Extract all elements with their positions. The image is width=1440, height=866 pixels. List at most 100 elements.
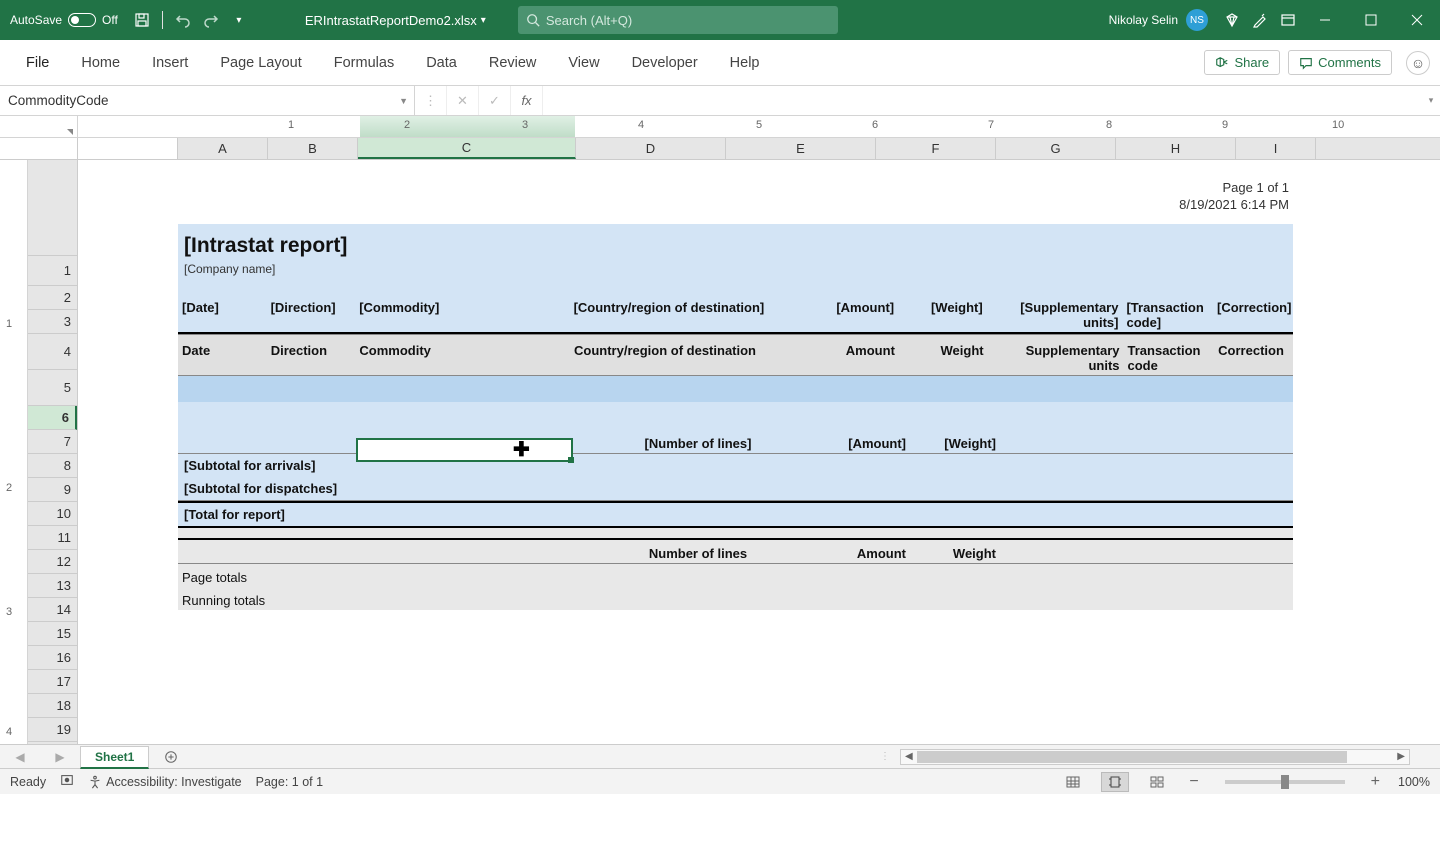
share-button[interactable]: Share — [1204, 50, 1280, 75]
add-sheet-button[interactable] — [159, 745, 183, 769]
namebox-dropdown-icon[interactable]: ▼ — [399, 96, 408, 106]
col-A[interactable]: A — [178, 138, 268, 159]
tab-scroll-right-icon[interactable]: ▶ — [55, 750, 64, 764]
tab-review[interactable]: Review — [473, 40, 553, 85]
save-icon[interactable] — [128, 6, 156, 34]
view-normal-icon[interactable] — [1059, 772, 1087, 792]
formula-menu-icon[interactable]: ⋮ — [415, 86, 447, 115]
row-16[interactable]: 16 — [28, 646, 77, 670]
page-totals-row: Page totals — [178, 564, 1293, 587]
split-grip-icon[interactable]: ⋮ — [880, 751, 890, 762]
cancel-formula-icon[interactable]: ✕ — [447, 86, 479, 115]
fx-icon[interactable]: fx — [511, 86, 543, 115]
zoom-slider[interactable] — [1225, 780, 1345, 784]
col-F[interactable]: F — [876, 138, 996, 159]
toggle-switch[interactable] — [68, 13, 96, 27]
tab-insert[interactable]: Insert — [136, 40, 204, 85]
col-E[interactable]: E — [726, 138, 876, 159]
filename[interactable]: ERIntrastatReportDemo2.xlsx ▾ — [293, 13, 498, 28]
scrollbar-thumb[interactable] — [917, 751, 1347, 763]
row-11[interactable]: 11 — [28, 526, 77, 550]
scroll-left-icon[interactable]: ◀ — [905, 751, 913, 762]
row-14[interactable]: 14 — [28, 598, 77, 622]
maximize-button[interactable] — [1348, 0, 1394, 40]
zoom-slider-knob[interactable] — [1281, 775, 1289, 789]
active-cell[interactable] — [356, 438, 573, 462]
row-headers: 1 2 3 4 5 6 7 8 9 10 11 12 13 14 15 16 1… — [28, 160, 78, 744]
view-page-break-icon[interactable] — [1143, 772, 1171, 792]
tab-page-layout[interactable]: Page Layout — [204, 40, 317, 85]
row-8[interactable]: 8 — [28, 454, 77, 478]
formula-bar-row: CommodityCode ▼ ⋮ ✕ ✓ fx ▾ — [0, 86, 1440, 116]
row-15[interactable]: 15 — [28, 622, 77, 646]
zoom-in-button[interactable]: + — [1367, 773, 1384, 791]
autosave-toggle[interactable]: AutoSave Off — [0, 13, 128, 27]
col-C[interactable]: C — [358, 138, 576, 159]
col-B[interactable]: B — [268, 138, 358, 159]
row-10[interactable]: 10 — [28, 502, 77, 526]
feedback-icon[interactable]: ☺ — [1406, 51, 1430, 75]
subtotal-arrivals: [Subtotal for arrivals] — [178, 454, 1293, 477]
redo-icon[interactable] — [197, 6, 225, 34]
search-icon — [526, 13, 540, 27]
row-19[interactable]: 19 — [28, 718, 77, 742]
row-2[interactable]: 2 — [28, 286, 77, 310]
enter-formula-icon[interactable]: ✓ — [479, 86, 511, 115]
select-all-corner[interactable] — [0, 116, 78, 137]
row-18[interactable]: 18 — [28, 694, 77, 718]
horizontal-scrollbar[interactable]: ◀ ▶ — [900, 749, 1410, 765]
tab-developer[interactable]: Developer — [616, 40, 714, 85]
filename-dropdown-icon[interactable]: ▾ — [481, 15, 486, 26]
user-account[interactable]: Nikolay Selin NS — [1099, 9, 1218, 31]
row-4[interactable]: 4 — [28, 334, 77, 370]
pen-icon[interactable] — [1246, 6, 1274, 34]
worksheet-grid[interactable]: 1 2 3 4 1 2 3 4 5 6 7 8 9 10 11 12 13 14… — [0, 160, 1440, 744]
zoom-out-button[interactable]: − — [1185, 773, 1202, 791]
row-17[interactable]: 17 — [28, 670, 77, 694]
macro-record-icon[interactable] — [60, 773, 74, 790]
status-bar: Ready Accessibility: Investigate Page: 1… — [0, 768, 1440, 794]
scroll-right-icon[interactable]: ▶ — [1397, 751, 1405, 762]
sheet-tab-sheet1[interactable]: Sheet1 — [80, 746, 149, 769]
tab-help[interactable]: Help — [714, 40, 776, 85]
empty-data-row[interactable] — [178, 402, 1293, 428]
undo-icon[interactable] — [169, 6, 197, 34]
qat-dropdown-icon[interactable]: ▾ — [225, 6, 253, 34]
comments-button[interactable]: Comments — [1288, 50, 1392, 75]
close-button[interactable] — [1394, 0, 1440, 40]
row-6[interactable]: 6 — [28, 406, 77, 430]
tab-scroll-left-icon[interactable]: ◀ — [15, 750, 24, 764]
row-5[interactable]: 5 — [28, 370, 77, 406]
col-I[interactable]: I — [1236, 138, 1316, 159]
tab-data[interactable]: Data — [410, 40, 473, 85]
selected-data-row[interactable] — [178, 376, 1293, 402]
search-box[interactable] — [518, 6, 838, 34]
row-1[interactable]: 1 — [28, 256, 77, 286]
accessibility-status[interactable]: Accessibility: Investigate — [88, 775, 241, 789]
col-D[interactable]: D — [576, 138, 726, 159]
comment-icon — [1299, 56, 1313, 70]
search-input[interactable] — [546, 13, 830, 28]
row-3[interactable]: 3 — [28, 310, 77, 334]
name-box[interactable]: CommodityCode ▼ — [0, 86, 415, 115]
diamond-icon[interactable] — [1218, 6, 1246, 34]
col-G[interactable]: G — [996, 138, 1116, 159]
minimize-button[interactable] — [1302, 0, 1348, 40]
col-H[interactable]: H — [1116, 138, 1236, 159]
zoom-level[interactable]: 100% — [1398, 775, 1430, 789]
sheet-tab-bar: ◀ ▶ Sheet1 ⋮ ◀ ▶ — [0, 744, 1440, 768]
formula-bar[interactable] — [543, 86, 1422, 115]
tab-formulas[interactable]: Formulas — [318, 40, 410, 85]
share-icon — [1215, 56, 1229, 70]
autosave-label: AutoSave — [10, 13, 62, 27]
row-13[interactable]: 13 — [28, 574, 77, 598]
tab-view[interactable]: View — [552, 40, 615, 85]
tab-file[interactable]: File — [10, 40, 65, 85]
tab-home[interactable]: Home — [65, 40, 136, 85]
row-7[interactable]: 7 — [28, 430, 77, 454]
view-page-layout-icon[interactable] — [1101, 772, 1129, 792]
row-9[interactable]: 9 — [28, 478, 77, 502]
formula-expand-icon[interactable]: ▾ — [1422, 95, 1440, 106]
row-12[interactable]: 12 — [28, 550, 77, 574]
ribbon-mode-icon[interactable] — [1274, 6, 1302, 34]
